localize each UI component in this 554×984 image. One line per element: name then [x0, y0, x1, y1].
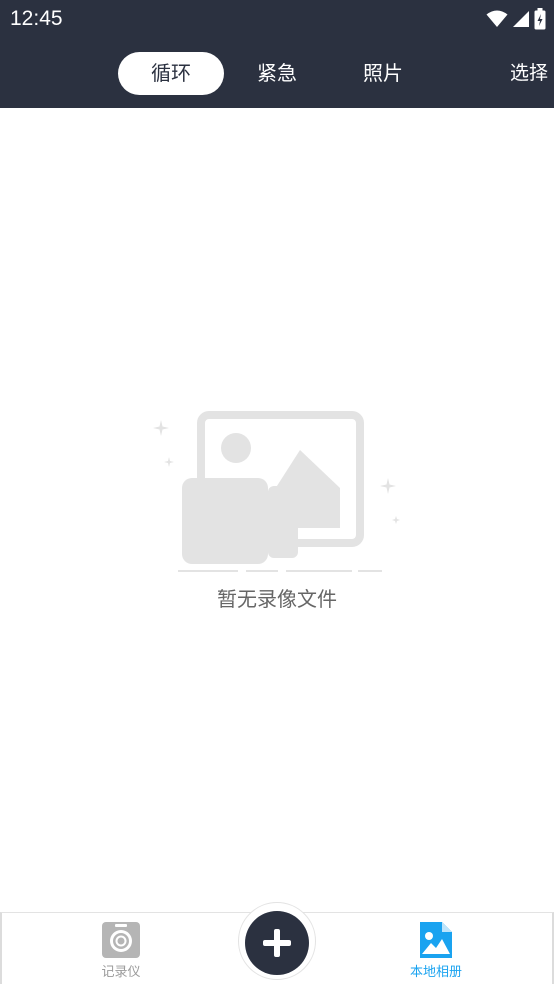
empty-message: 暂无录像文件 [217, 587, 337, 611]
battery-icon [534, 8, 546, 30]
tab-emergency[interactable]: 紧急 [232, 52, 322, 95]
status-icons [486, 6, 546, 32]
tab-loop[interactable]: 循环 [118, 52, 224, 95]
empty-state: 暂无录像文件 [0, 400, 554, 620]
empty-video-illustration [153, 411, 400, 572]
nav-local-album-label: 本地相册 [409, 965, 462, 980]
camera-icon [102, 922, 140, 958]
top-bar: 12:45 循环 紧急 照片 选择 [0, 0, 554, 108]
select-button[interactable]: 选择 [510, 58, 548, 85]
wifi-icon [486, 10, 508, 27]
nav-recorder[interactable]: 记录仪 [76, 921, 166, 980]
add-button[interactable] [245, 911, 309, 975]
signal-icon [513, 11, 529, 27]
nav-local-album[interactable]: 本地相册 [391, 921, 481, 980]
plus-icon [263, 929, 291, 957]
tab-photos[interactable]: 照片 [338, 52, 428, 95]
nav-recorder-label: 记录仪 [101, 965, 141, 980]
gallery-icon [420, 922, 452, 958]
status-time: 12:45 [10, 7, 63, 30]
